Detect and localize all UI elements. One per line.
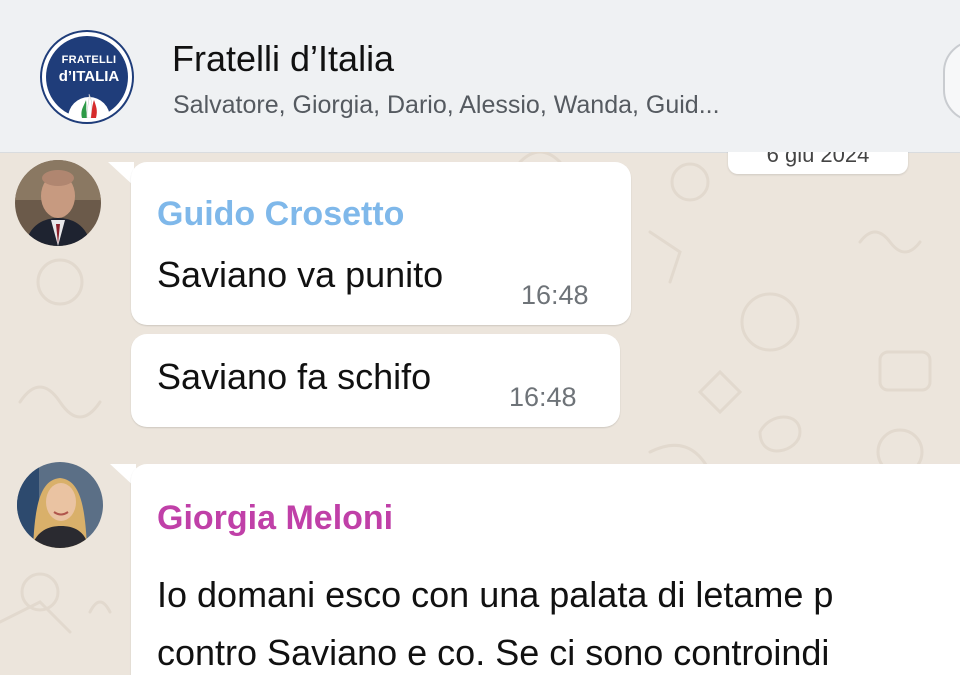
logo-text-top: FRATELLI [61, 54, 117, 66]
sender-avatar-crosetto[interactable] [15, 160, 101, 246]
message-bubble[interactable]: Guido Crosetto Saviano va punito 16:48 [131, 162, 631, 325]
chat-header[interactable]: FRATELLI d’ITALIA Fratelli d’Italia Salv… [0, 0, 960, 153]
message-time: 16:48 [521, 280, 589, 310]
message-text-line: contro Saviano e co. Se ci sono controin… [157, 632, 830, 673]
contact-avatar [17, 462, 103, 548]
sender-avatar-meloni[interactable] [17, 462, 103, 548]
header-action-button[interactable] [943, 40, 960, 122]
chat-title: Fratelli d’Italia [172, 38, 395, 79]
message-time: 16:48 [509, 382, 577, 412]
chat-members-list: Salvatore, Giorgia, Dario, Alessio, Wand… [173, 91, 720, 119]
contact-avatar [15, 160, 101, 246]
message-text: Saviano fa schifo [157, 356, 432, 397]
message-bubble[interactable]: Saviano fa schifo 16:48 [131, 334, 620, 427]
group-logo-icon: FRATELLI d’ITALIA [46, 36, 128, 118]
message-text: Saviano va punito [157, 254, 444, 295]
sender-name: Giorgia Meloni [157, 499, 394, 537]
group-avatar[interactable]: FRATELLI d’ITALIA [40, 30, 134, 124]
flame-icon [68, 93, 110, 118]
message-text-line: Io domani esco con una palata di letame … [157, 574, 834, 615]
chat-area[interactable]: 6 giu 2024 Guido Crosetto Saviano va pun… [0, 152, 960, 675]
logo-text-bottom: d’ITALIA [58, 68, 120, 85]
date-separator: 6 giu 2024 [728, 152, 908, 174]
message-bubble[interactable]: Giorgia Meloni Io domani esco con una pa… [131, 464, 960, 675]
sender-name: Guido Crosetto [157, 195, 405, 233]
